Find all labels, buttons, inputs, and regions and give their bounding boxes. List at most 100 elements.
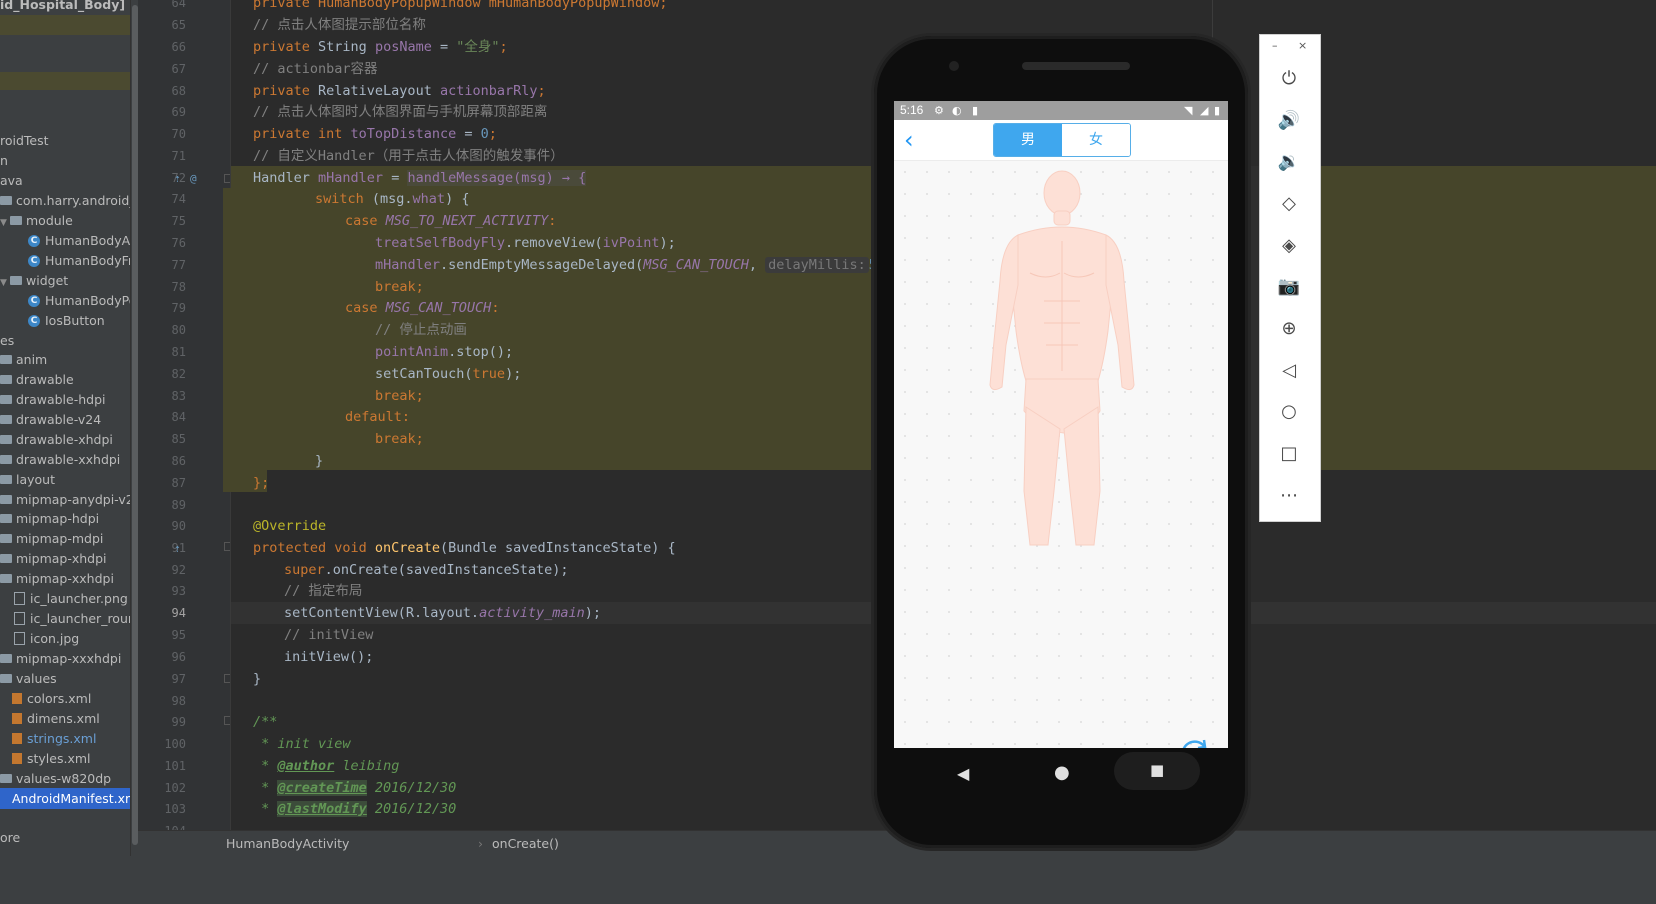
tree-item[interactable]: AndroidManifest.xml [0, 788, 138, 809]
line-number[interactable]: 71 [138, 149, 186, 163]
breadcrumb-method[interactable]: onCreate() [492, 831, 559, 857]
code-line-81[interactable]: pointAnim.stop(); [375, 341, 513, 363]
line-number[interactable]: 64 [138, 0, 186, 10]
tree-item[interactable]: mipmap-xxxhdpi [0, 648, 121, 669]
code-line-77[interactable]: mHandler.sendEmptyMessageDelayed(MSG_CAN… [375, 254, 909, 276]
code-line-92[interactable]: super.onCreate(savedInstanceState); [284, 559, 568, 581]
tree-item[interactable]: roidTest [0, 130, 49, 151]
tree-item[interactable]: C HumanBodyPopu [0, 290, 138, 311]
code-line-93[interactable]: // 指定布局 [284, 580, 362, 602]
tree-item[interactable]: ▼ module [0, 210, 73, 231]
tree-item[interactable]: drawable-xxhdpi [0, 449, 120, 470]
code-line-72[interactable]: Handler mHandler = handleMessage(msg) → … [253, 167, 587, 189]
code-line-66[interactable]: private String posName = "全身"; [253, 36, 508, 58]
line-number[interactable]: 92 [138, 563, 186, 577]
back-icon[interactable]: ◁ [1276, 358, 1302, 384]
line-number[interactable]: 67 [138, 62, 186, 76]
tree-item[interactable]: drawable-v24 [0, 409, 101, 430]
code-line-96[interactable]: initView(); [284, 646, 373, 668]
tab-male[interactable]: 男 [994, 124, 1062, 156]
code-line-75[interactable]: case MSG_TO_NEXT_ACTIVITY: [345, 210, 556, 232]
power-icon[interactable]: ⏻ [1276, 66, 1302, 92]
folded-lambda[interactable]: handleMessage(msg) → { [407, 170, 587, 186]
override-marker-icon[interactable]: ⇡ [174, 542, 181, 555]
home-icon[interactable]: ○ [1276, 399, 1302, 425]
code-line-67[interactable]: // actionbar容器 [253, 58, 378, 80]
line-number[interactable]: 65 [138, 18, 186, 32]
line-number[interactable]: 93 [138, 584, 186, 598]
annotation-marker-icon[interactable]: @ [190, 172, 197, 185]
line-number[interactable]: 100 [138, 737, 186, 751]
tab-female[interactable]: 女 [1062, 124, 1130, 156]
tree-item[interactable]: es [0, 330, 14, 351]
tree-item[interactable]: drawable-hdpi [0, 389, 106, 410]
line-number[interactable]: 66 [138, 40, 186, 54]
line-number[interactable]: 95 [138, 628, 186, 642]
code-line-101[interactable]: * @author leibing [253, 755, 399, 777]
code-line-65[interactable]: // 点击人体图提示部位名称 [253, 14, 426, 36]
tree-item[interactable]: ▼ widget [0, 270, 68, 291]
code-line-95[interactable]: // initView [284, 624, 373, 646]
tree-item[interactable]: id_Hospital_Body]D:\G [0, 0, 138, 15]
line-number[interactable]: 82 [138, 367, 186, 381]
tree-item[interactable]: mipmap-anydpi-v26 [0, 489, 138, 510]
nav-overview-pill[interactable]: ■ [1114, 752, 1200, 790]
tree-item[interactable]: C HumanBodyActiv [0, 230, 138, 251]
code-line-103[interactable]: * @lastModify 2016/12/30 [253, 798, 456, 820]
tree-item[interactable]: icon.jpg [0, 628, 79, 649]
code-line-69[interactable]: // 点击人体图时人体图界面与手机屏幕顶部距离 [253, 101, 547, 123]
line-number[interactable]: 85 [138, 432, 186, 446]
code-line-86[interactable]: } [315, 450, 323, 472]
phone-screen[interactable]: 5:16 ⚙ ◐ ▮ ◥ ◢ ▮ ‹ 男 女 [894, 101, 1228, 748]
code-line-85[interactable]: break; [375, 428, 424, 450]
line-number[interactable]: 75 [138, 214, 186, 228]
gender-segmented-control[interactable]: 男 女 [993, 123, 1131, 157]
line-number[interactable]: 81 [138, 345, 186, 359]
volume-down-icon[interactable]: 🔉 [1276, 149, 1302, 175]
tree-item[interactable]: com.harry.android_hos [0, 190, 138, 211]
line-number[interactable]: 90 [138, 519, 186, 533]
code-line-100[interactable]: * init view [253, 733, 350, 755]
line-number[interactable]: 99 [138, 715, 186, 729]
tree-item[interactable]: styles.xml [0, 748, 91, 769]
line-number[interactable]: 69 [138, 105, 186, 119]
chevron-left-icon[interactable]: ‹ [904, 126, 914, 154]
line-number[interactable]: 102 [138, 781, 186, 795]
overview-icon[interactable]: □ [1276, 441, 1302, 467]
tree-item[interactable]: layout [0, 469, 55, 490]
line-number[interactable]: 79 [138, 301, 186, 315]
code-line-71[interactable]: // 自定义Handler（用于点击人体图的触发事件） [253, 145, 564, 167]
zoom-icon[interactable]: ⊕ [1276, 316, 1302, 342]
tree-item[interactable]: mipmap-xhdpi [0, 548, 107, 569]
code-line-84[interactable]: default: [345, 406, 410, 428]
tree-item[interactable]: ava [0, 170, 23, 191]
rotate-icon[interactable] [1177, 737, 1211, 748]
line-number[interactable]: 70 [138, 127, 186, 141]
volume-up-icon[interactable]: 🔊 [1276, 108, 1302, 134]
human-body-figure[interactable] [894, 161, 1228, 748]
line-number[interactable]: 78 [138, 280, 186, 294]
tree-item[interactable]: C IosButton [0, 310, 105, 331]
line-number[interactable]: 97 [138, 672, 186, 686]
line-number[interactable]: 89 [138, 498, 186, 512]
line-number[interactable]: 87 [138, 476, 186, 490]
tree-item[interactable]: values-w820dp [0, 768, 111, 789]
code-line-102[interactable]: * @createTime 2016/12/30 [253, 777, 456, 799]
tree-item[interactable]: n [0, 150, 8, 171]
code-line-83[interactable]: break; [375, 385, 424, 407]
tree-item[interactable]: dimens.xml [0, 708, 100, 729]
tree-item[interactable]: anim [0, 349, 47, 370]
code-line-70[interactable]: private int toTopDistance = 0; [253, 123, 497, 145]
tree-item[interactable]: strings.xml [0, 728, 96, 749]
tree-item[interactable]: C HumanBodyFrag [0, 250, 138, 271]
line-number[interactable]: 76 [138, 236, 186, 250]
code-line-91[interactable]: protected void onCreate(Bundle savedInst… [253, 537, 676, 559]
line-number[interactable]: 94 [138, 606, 186, 620]
tree-item[interactable]: ore [0, 827, 20, 848]
code-line-99[interactable]: /** [253, 711, 277, 733]
tree-item[interactable]: mipmap-mdpi [0, 528, 103, 549]
override-marker-icon[interactable]: ⇡ [174, 172, 181, 185]
tree-item[interactable]: drawable-xhdpi [0, 429, 113, 450]
code-line-97[interactable]: } [253, 668, 261, 690]
line-number[interactable]: 68 [138, 84, 186, 98]
